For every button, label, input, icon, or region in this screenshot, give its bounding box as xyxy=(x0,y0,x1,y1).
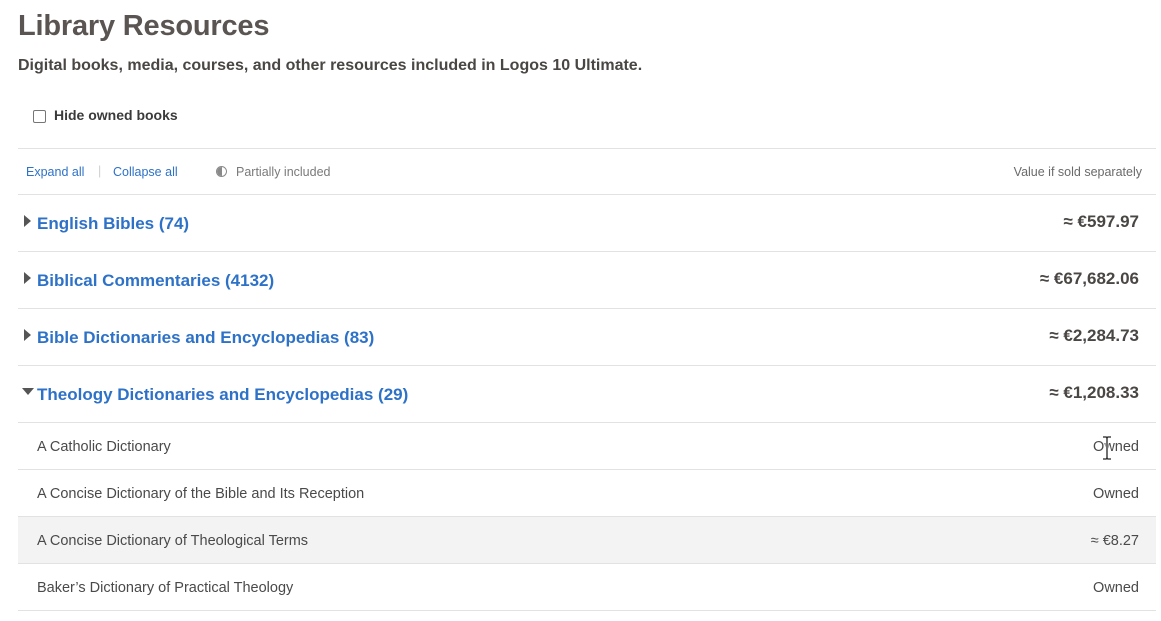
partially-included-legend: Partially included xyxy=(236,165,331,179)
half-circle-icon xyxy=(216,166,227,177)
value-column-header: Value if sold separately xyxy=(1013,165,1142,179)
category-row-english-bibles[interactable]: English Bibles (74) ≈ €597.97 xyxy=(18,195,1156,252)
resource-status: Owned xyxy=(1093,486,1139,502)
resource-title: Baker’s Dictionary of Practical Theology xyxy=(37,580,294,596)
list-toolbar: Expand all | Collapse all Partially incl… xyxy=(18,148,1156,195)
caret-right-icon xyxy=(24,272,31,284)
resource-title: A Concise Dictionary of the Bible and It… xyxy=(37,486,365,502)
resource-status: Owned xyxy=(1093,439,1139,455)
hide-owned-label: Hide owned books xyxy=(54,106,178,123)
category-name[interactable]: Biblical Commentaries (4132) xyxy=(37,271,274,291)
category-row-bible-dictionaries[interactable]: Bible Dictionaries and Encyclopedias (83… xyxy=(18,309,1156,366)
category-value: ≈ €67,682.06 xyxy=(1039,269,1139,288)
category-value: ≈ €2,284.73 xyxy=(1049,326,1139,345)
page-subtitle: Digital books, media, courses, and other… xyxy=(18,57,643,74)
category-row-biblical-commentaries[interactable]: Biblical Commentaries (4132) ≈ €67,682.0… xyxy=(18,252,1156,309)
category-row-theology-dictionaries[interactable]: Theology Dictionaries and Encyclopedias … xyxy=(18,366,1156,423)
category-value: ≈ €1,208.33 xyxy=(1049,383,1139,402)
resource-title: A Concise Dictionary of Theological Term… xyxy=(37,533,309,549)
resource-title: A Catholic Dictionary xyxy=(37,439,171,455)
resource-row[interactable]: Baker’s Dictionary of Practical Theology… xyxy=(18,564,1156,611)
resource-row[interactable]: A Concise Dictionary of the Bible and It… xyxy=(18,470,1156,517)
text-cursor-icon xyxy=(1103,435,1111,461)
collapse-all-link[interactable]: Collapse all xyxy=(113,165,178,179)
resource-row[interactable]: A Catholic Dictionary Owned xyxy=(18,423,1156,470)
hide-owned-toggle[interactable]: Hide owned books xyxy=(33,106,178,123)
resource-row[interactable]: A Concise Dictionary of Theological Term… xyxy=(18,517,1156,564)
caret-down-icon xyxy=(22,388,34,395)
toolbar-separator: | xyxy=(98,164,102,178)
caret-right-icon xyxy=(24,215,31,227)
hide-owned-checkbox[interactable] xyxy=(33,110,46,123)
expand-all-link[interactable]: Expand all xyxy=(26,165,84,179)
resource-status: Owned xyxy=(1093,580,1139,596)
category-value: ≈ €597.97 xyxy=(1063,212,1139,231)
page-title: Library Resources xyxy=(18,10,270,42)
category-name[interactable]: Bible Dictionaries and Encyclopedias (83… xyxy=(37,328,374,348)
caret-right-icon xyxy=(24,329,31,341)
resource-price: ≈ €8.27 xyxy=(1090,533,1139,549)
category-name[interactable]: English Bibles (74) xyxy=(37,214,189,234)
category-name[interactable]: Theology Dictionaries and Encyclopedias … xyxy=(37,385,408,405)
